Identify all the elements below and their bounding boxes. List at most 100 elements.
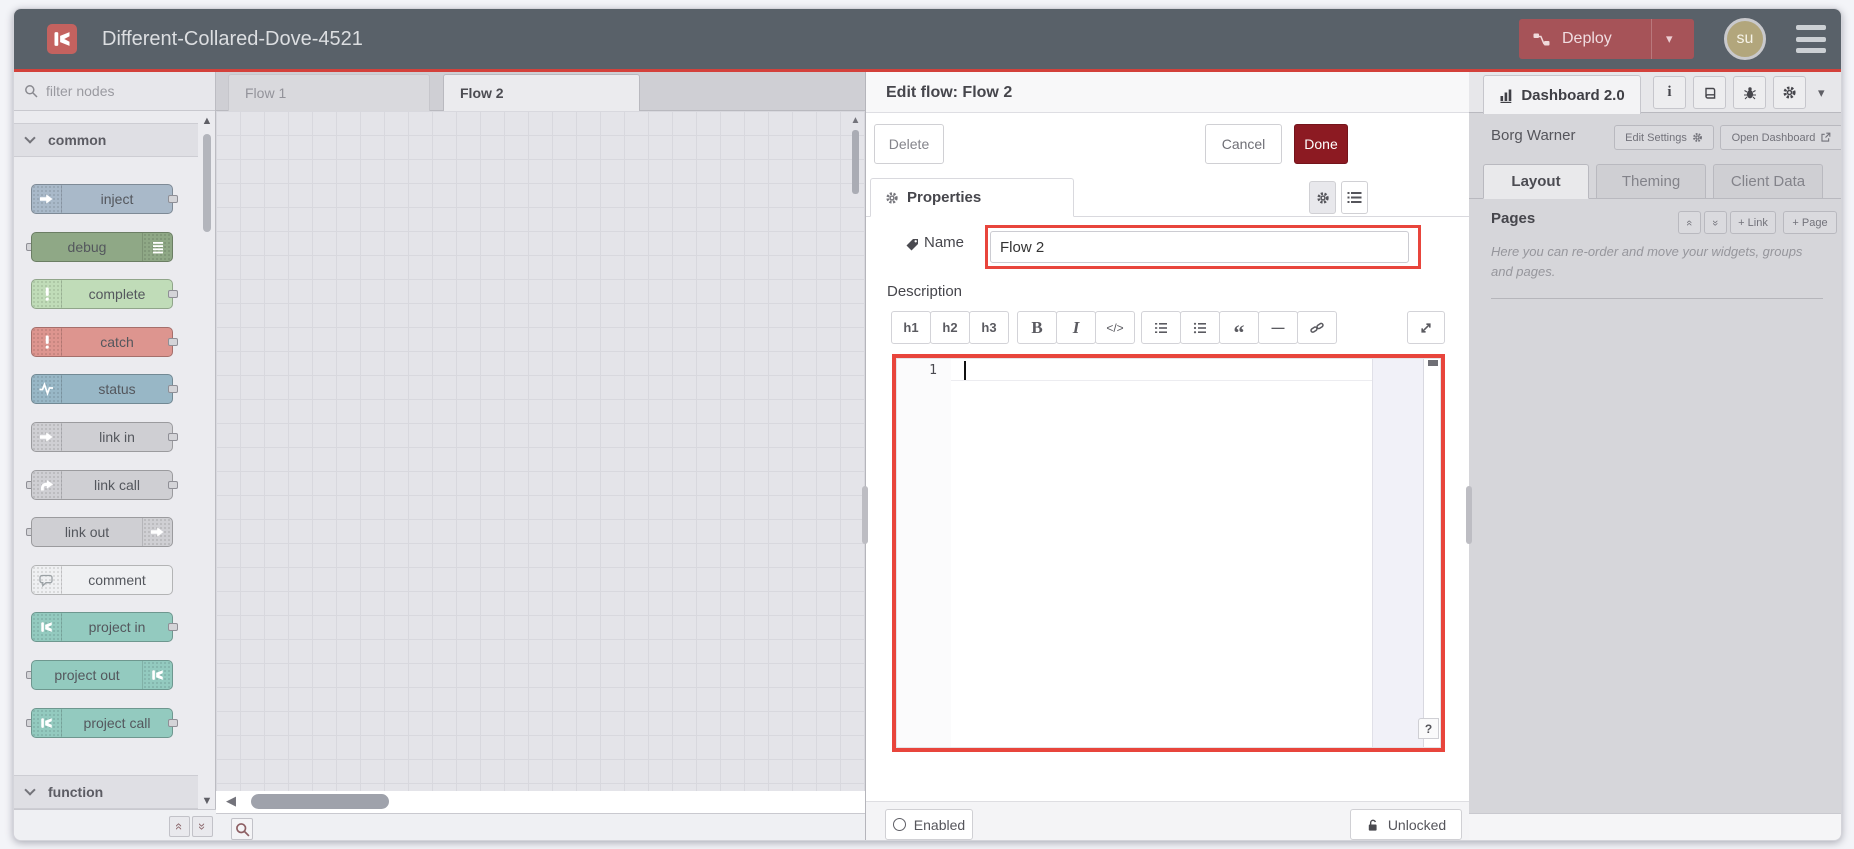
md-toolbar-button[interactable]: </> — [1095, 311, 1135, 344]
sidebar-section-tab[interactable]: Layout — [1483, 164, 1589, 199]
flow-name-input[interactable] — [990, 231, 1409, 263]
description-list-button[interactable] — [1341, 181, 1368, 214]
open-dashboard-button[interactable]: Open Dashboard — [1720, 125, 1841, 150]
sidebar-menu-caret-icon[interactable]: ▾ — [1818, 85, 1825, 101]
info-tab-button[interactable]: i — [1653, 76, 1686, 109]
scroll-up-icon[interactable]: ▲ — [200, 115, 214, 127]
canvas-vertical-scrollbar[interactable]: ▲ — [849, 115, 862, 194]
debug-tab-button[interactable] — [1733, 76, 1766, 109]
node-label: status — [98, 381, 136, 398]
config-tab-button[interactable] — [1773, 76, 1806, 109]
editor-scrollbar-thumb[interactable] — [1428, 360, 1438, 366]
canvas-vscroll-thumb[interactable] — [852, 130, 859, 194]
md-toolbar-button[interactable]: h3 — [969, 311, 1009, 344]
canvas-horizontal-scrollbar[interactable]: ◀ — [216, 791, 865, 813]
sidebar-resize-handle[interactable] — [1466, 486, 1472, 544]
palette-node[interactable]: comment — [31, 564, 173, 595]
edit-flow-dialog: Edit flow: Flow 2 Delete Cancel Done Pro… — [865, 72, 1469, 840]
done-button[interactable]: Done — [1294, 124, 1348, 164]
scroll-down-icon[interactable]: ▼ — [200, 795, 214, 807]
help-tab-button[interactable] — [1693, 76, 1726, 109]
properties-tab[interactable]: Properties — [870, 178, 1074, 217]
palette-scrollbar-thumb[interactable] — [203, 134, 211, 232]
pages-move-up-button[interactable]: « — [1678, 211, 1701, 234]
md-toolbar-block-group: “ — — [1141, 311, 1337, 344]
workspace-footer — [216, 813, 865, 840]
status-circle-icon — [892, 818, 906, 831]
node-label: catch — [100, 333, 134, 350]
sidebar-footer — [1469, 813, 1841, 840]
md-toolbar-button[interactable] — [1297, 311, 1337, 344]
collapse-all-categories-button[interactable]: « — [169, 816, 190, 837]
add-page-button[interactable]: + Page — [1783, 211, 1837, 234]
markdown-help-button[interactable]: ? — [1418, 718, 1439, 739]
palette-node[interactable]: link out — [26, 517, 173, 548]
view-navigator-button[interactable] — [231, 818, 253, 840]
bug-icon — [1743, 86, 1756, 99]
palette-node[interactable]: status — [31, 374, 178, 405]
flow-tab[interactable]: Flow 2 — [443, 74, 640, 111]
palette-category-function[interactable]: function — [14, 775, 198, 809]
palette-node[interactable]: inject — [31, 184, 178, 214]
md-toolbar-button[interactable]: h2 — [930, 311, 970, 344]
md-toolbar-button[interactable] — [1180, 311, 1220, 344]
delete-button[interactable]: Delete — [874, 124, 944, 164]
palette-node[interactable]: project call — [26, 707, 178, 738]
node-icon — [142, 232, 172, 261]
sidebar-section-tab[interactable]: Client Data — [1713, 164, 1823, 199]
sidebar-section-tab[interactable]: Theming — [1596, 164, 1706, 199]
flow-canvas[interactable] — [216, 111, 865, 791]
unlocked-label: Unlocked — [1387, 816, 1447, 833]
cancel-button[interactable]: Cancel — [1205, 124, 1282, 164]
enabled-toggle-button[interactable]: Enabled — [885, 809, 973, 840]
md-toolbar-button[interactable]: — — [1258, 311, 1298, 344]
unlocked-toggle-button[interactable]: Unlocked — [1350, 809, 1462, 840]
palette-scrollbar[interactable]: ▲ ▼ — [198, 111, 216, 809]
deploy-caret-icon[interactable]: ▾ — [1666, 31, 1673, 47]
palette-node[interactable]: catch — [31, 326, 178, 357]
palette-node[interactable]: debug — [26, 231, 173, 262]
deploy-node-icon — [1533, 33, 1550, 45]
palette-node[interactable]: link in — [31, 421, 178, 452]
node-output-port — [168, 290, 178, 299]
description-label: Description — [887, 283, 963, 300]
edit-settings-button[interactable]: Edit Settings — [1614, 125, 1714, 150]
md-toolbar-button[interactable] — [1141, 311, 1181, 344]
sidebar-section-tab-label: Theming — [1621, 173, 1681, 190]
md-toolbar-button[interactable]: B — [1017, 311, 1057, 344]
node-output-port — [168, 337, 178, 346]
deploy-button[interactable]: Deploy ▾ — [1519, 19, 1694, 59]
bar-chart-icon — [1500, 89, 1512, 103]
palette-filter[interactable]: filter nodes — [14, 72, 215, 111]
md-toolbar-button[interactable]: “ — [1219, 311, 1259, 344]
md-toolbar-button[interactable]: h1 — [891, 311, 931, 344]
flow-tab[interactable]: Flow 1 — [228, 74, 430, 111]
dashboard-2-tab[interactable]: Dashboard 2.0 — [1483, 75, 1641, 114]
palette-node[interactable]: link call — [26, 469, 178, 500]
description-editor[interactable]: 1 ? — [896, 358, 1441, 748]
pages-move-down-button[interactable]: » — [1704, 211, 1727, 234]
palette-node[interactable]: complete — [31, 279, 178, 310]
expand-editor-button[interactable] — [1407, 311, 1445, 344]
node-icon — [142, 518, 172, 547]
palette-node[interactable]: project in — [31, 612, 178, 643]
main-menu-button[interactable] — [1796, 25, 1826, 53]
md-toolbar-button[interactable]: I — [1056, 311, 1096, 344]
double-chevron-down-icon: » — [1709, 219, 1722, 226]
canvas-hscroll-thumb[interactable] — [251, 794, 389, 809]
scroll-left-icon[interactable]: ◀ — [226, 793, 236, 809]
editor-gutter: 1 — [897, 359, 951, 747]
editor-scroll-gutter[interactable] — [1372, 359, 1424, 747]
add-link-button[interactable]: + Link — [1730, 211, 1776, 234]
external-link-icon — [1821, 132, 1831, 142]
user-avatar[interactable]: su — [1724, 18, 1766, 60]
edit-properties-button[interactable] — [1309, 181, 1336, 214]
node-output-port — [168, 385, 178, 394]
expand-all-categories-button[interactable]: » — [192, 816, 213, 837]
palette-category-common[interactable]: common — [14, 123, 198, 157]
flow-tab-label: Flow 2 — [460, 85, 504, 101]
palette-node-list: inject debug complete catch status link … — [26, 184, 178, 738]
scroll-up-icon[interactable]: ▲ — [849, 115, 862, 126]
tray-resize-handle[interactable] — [862, 486, 868, 544]
palette-node[interactable]: project out — [26, 659, 173, 690]
